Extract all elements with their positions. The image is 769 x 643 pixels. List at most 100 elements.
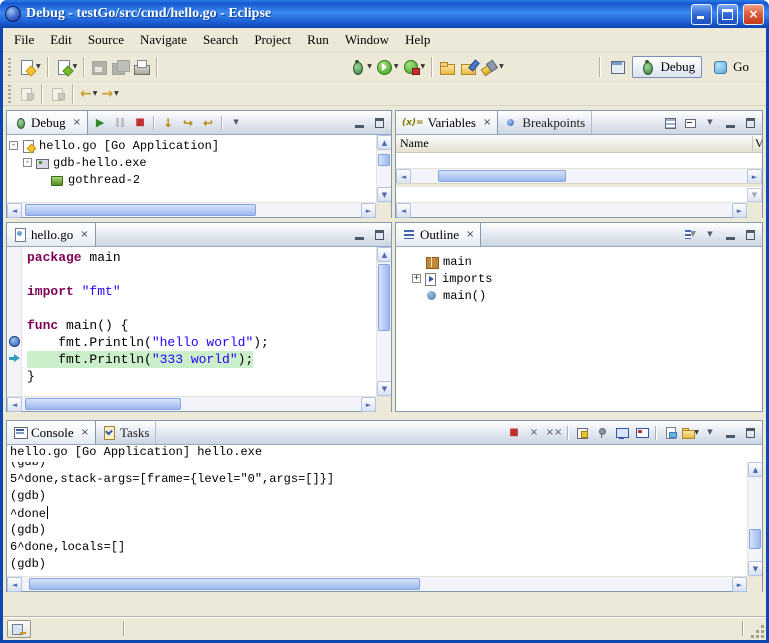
console-line[interactable]: 5^done,stack-args=[frame={level="0",args… bbox=[10, 472, 747, 489]
remove-all-launches-button[interactable]: ×× bbox=[545, 424, 563, 442]
scrollbar-track[interactable] bbox=[748, 477, 762, 561]
dropdown-arrow-icon[interactable]: ▼ bbox=[694, 429, 699, 436]
scrollbar-thumb[interactable] bbox=[438, 170, 566, 182]
maximize-window-button[interactable] bbox=[717, 4, 738, 25]
minimize-view-button[interactable] bbox=[350, 114, 368, 132]
scroll-down-button[interactable]: ▼ bbox=[377, 381, 391, 396]
debug-view-menu-button[interactable]: ▼ bbox=[227, 114, 245, 132]
resume-button[interactable]: ▶ bbox=[91, 114, 109, 132]
scrollbar-thumb[interactable] bbox=[25, 398, 181, 410]
editor-vertical-scrollbar[interactable]: ▲ ▼ bbox=[376, 247, 391, 396]
console-output[interactable]: (gdb) 5^done,stack-args=[frame={level="0"… bbox=[7, 462, 747, 576]
menu-help[interactable]: Help bbox=[397, 30, 438, 50]
scrollbar-thumb[interactable] bbox=[29, 578, 420, 590]
close-tab-icon[interactable]: × bbox=[466, 229, 474, 240]
tree-item[interactable]: main() bbox=[410, 287, 762, 304]
menu-search[interactable]: Search bbox=[195, 30, 246, 50]
scroll-down-button[interactable]: ▼ bbox=[748, 561, 762, 576]
scroll-left-button[interactable]: ◄ bbox=[7, 577, 22, 592]
previous-annotation-button[interactable] bbox=[16, 82, 37, 106]
breakpoint-marker[interactable] bbox=[9, 336, 20, 347]
new-wizard-button[interactable]: ▼ bbox=[16, 55, 43, 79]
close-window-button[interactable]: × bbox=[743, 4, 764, 25]
code-area[interactable]: package mainimport "fmt"func main() { fm… bbox=[22, 247, 376, 396]
tree-item[interactable]: +imports bbox=[410, 270, 762, 287]
sort-button[interactable] bbox=[681, 226, 699, 244]
scroll-right-button[interactable]: ► bbox=[747, 169, 762, 184]
toolbar-handle[interactable] bbox=[8, 85, 11, 103]
external-tools-button[interactable]: ▼ bbox=[401, 55, 428, 79]
scroll-left-button[interactable]: ◄ bbox=[396, 203, 411, 218]
console-line[interactable]: (gdb) bbox=[10, 523, 747, 540]
name-column-header[interactable]: Name bbox=[396, 136, 752, 151]
collapse-toggle-icon[interactable]: - bbox=[9, 141, 18, 150]
scrollbar-track[interactable] bbox=[411, 169, 747, 183]
dropdown-arrow-icon[interactable]: ▼ bbox=[499, 63, 504, 70]
suspend-button[interactable] bbox=[111, 114, 129, 132]
debug-tree[interactable]: -hello.go [Go Application]-gdb-hello.exe… bbox=[7, 135, 376, 202]
show-type-names-button[interactable] bbox=[661, 114, 679, 132]
menu-edit[interactable]: Edit bbox=[42, 30, 80, 50]
menu-source[interactable]: Source bbox=[80, 30, 132, 50]
scroll-right-button[interactable]: ► bbox=[732, 203, 747, 218]
minimize-view-button[interactable] bbox=[350, 226, 368, 244]
terminate-button[interactable]: ■ bbox=[505, 424, 523, 442]
maximize-view-button[interactable] bbox=[370, 114, 388, 132]
scroll-left-button[interactable]: ◄ bbox=[7, 203, 22, 218]
maximize-view-button[interactable] bbox=[741, 226, 759, 244]
forward-button[interactable]: →▼ bbox=[99, 82, 120, 106]
dropdown-arrow-icon[interactable]: ▼ bbox=[36, 63, 41, 70]
scroll-right-button[interactable]: ► bbox=[361, 397, 376, 412]
step-return-button[interactable]: ↩ bbox=[199, 114, 217, 132]
scrollbar-track[interactable] bbox=[22, 577, 732, 591]
dropdown-arrow-icon[interactable]: ▼ bbox=[367, 63, 372, 70]
open-console-button[interactable]: ▼ bbox=[681, 424, 699, 442]
scroll-down-button[interactable]: ▼ bbox=[377, 187, 391, 202]
instruction-pointer-marker[interactable] bbox=[9, 353, 20, 364]
console-horizontal-scrollbar[interactable]: ◄ ► bbox=[7, 577, 747, 591]
maximize-view-button[interactable] bbox=[370, 226, 388, 244]
titlebar[interactable]: Debug - testGo/src/cmd/hello.go - Eclips… bbox=[0, 0, 769, 28]
remove-launch-button[interactable]: × bbox=[525, 424, 543, 442]
outline-view-menu-button[interactable]: ▼ bbox=[701, 226, 719, 244]
scroll-right-button[interactable]: ► bbox=[361, 203, 376, 218]
scrollbar-track[interactable] bbox=[377, 150, 391, 187]
pin-console-button[interactable] bbox=[593, 424, 611, 442]
debug-view-tab[interactable]: Debug × bbox=[7, 111, 88, 134]
console-line[interactable]: (gdb) bbox=[10, 557, 747, 574]
editor-tab[interactable]: hello.go × bbox=[7, 223, 96, 246]
scrollbar-track[interactable] bbox=[411, 203, 732, 217]
close-tab-icon[interactable]: × bbox=[81, 427, 89, 438]
code-line[interactable]: import "fmt" bbox=[27, 283, 376, 300]
console-tab[interactable]: Console × bbox=[7, 421, 96, 444]
collapse-toggle-icon[interactable]: - bbox=[23, 158, 32, 167]
code-line[interactable]: } bbox=[27, 368, 376, 385]
scrollbar-track[interactable] bbox=[377, 262, 391, 381]
save-button[interactable] bbox=[89, 55, 110, 79]
variables-column-header[interactable]: Name V bbox=[396, 135, 762, 153]
search-button[interactable]: ▼ bbox=[479, 55, 506, 79]
console-line[interactable]: 6^done,locals=[] bbox=[10, 540, 747, 557]
close-tab-icon[interactable]: × bbox=[73, 117, 81, 128]
expand-toggle-icon[interactable]: + bbox=[412, 274, 421, 283]
save-all-button[interactable] bbox=[110, 55, 131, 79]
scrollbar-thumb[interactable] bbox=[378, 264, 390, 331]
outline-tab[interactable]: Outline × bbox=[396, 223, 481, 246]
scroll-right-button[interactable]: ► bbox=[732, 577, 747, 592]
step-over-button[interactable]: ↪ bbox=[179, 114, 197, 132]
console-line[interactable]: ^done bbox=[10, 506, 747, 523]
open-perspective-button[interactable] bbox=[608, 55, 629, 79]
terminate-button[interactable]: ■ bbox=[131, 114, 149, 132]
fast-view-button[interactable] bbox=[7, 620, 31, 638]
maximize-view-button[interactable] bbox=[741, 424, 759, 442]
detail-scroll-down-button[interactable]: ▼ bbox=[747, 188, 762, 202]
variables-tree-area[interactable] bbox=[396, 153, 762, 168]
scroll-up-button[interactable]: ▲ bbox=[377, 247, 391, 262]
open-type-button[interactable] bbox=[437, 55, 458, 79]
variables-view-menu-button[interactable]: ▼ bbox=[701, 114, 719, 132]
editor-horizontal-scrollbar[interactable]: ◄ ► bbox=[7, 397, 376, 411]
scrollbar-thumb[interactable] bbox=[749, 529, 761, 549]
tree-item[interactable]: gothread-2 bbox=[7, 171, 376, 188]
show-on-stdout-button[interactable] bbox=[613, 424, 631, 442]
step-into-button[interactable]: ↓ bbox=[159, 114, 177, 132]
